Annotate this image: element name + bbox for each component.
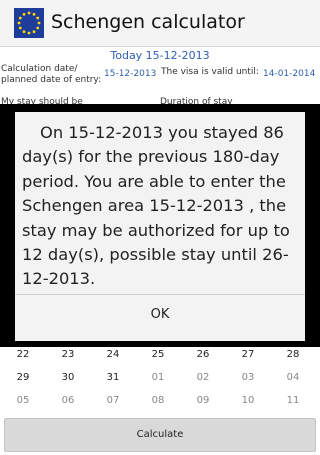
calendar-day[interactable]: 27 bbox=[233, 349, 263, 360]
calendar-day[interactable]: 30 bbox=[53, 372, 83, 383]
visa-valid-label: The visa is valid until: bbox=[161, 67, 259, 77]
calendar-day[interactable]: 24 bbox=[98, 349, 128, 360]
calendar-day[interactable]: 08 bbox=[143, 395, 173, 406]
app-title: Schengen calculator bbox=[51, 11, 245, 33]
calendar-day[interactable]: 01 bbox=[143, 372, 173, 383]
calendar-day[interactable]: 05 bbox=[8, 395, 38, 406]
calendar-day[interactable]: 02 bbox=[188, 372, 218, 383]
calendar-day[interactable]: 07 bbox=[98, 395, 128, 406]
dialog-message: On 15-12-2013 you stayed 86 day(s) for t… bbox=[22, 123, 290, 289]
calc-date-label: Calculation date/ planned date of entry: bbox=[1, 64, 102, 85]
calendar-day[interactable]: 03 bbox=[233, 372, 263, 383]
result-dialog: On 15-12-2013 you stayed 86 day(s) for t… bbox=[15, 112, 305, 341]
calc-date-field[interactable]: 15-12-2013 bbox=[104, 69, 156, 79]
calendar-day[interactable]: 29 bbox=[8, 372, 38, 383]
calendar-day[interactable]: 26 bbox=[188, 349, 218, 360]
calendar-day[interactable]: 31 bbox=[98, 372, 128, 383]
calendar-day[interactable]: 11 bbox=[278, 395, 308, 406]
calendar-row: 22 23 24 25 26 27 28 bbox=[0, 349, 320, 369]
calendar-day[interactable]: 04 bbox=[278, 372, 308, 383]
visa-valid-field[interactable]: 14-01-2014 bbox=[263, 69, 315, 79]
calendar-row: 05 06 07 08 09 10 11 bbox=[0, 395, 320, 415]
calendar-day[interactable]: 23 bbox=[53, 349, 83, 360]
calendar-day[interactable]: 28 bbox=[278, 349, 308, 360]
calendar-day[interactable]: 06 bbox=[53, 395, 83, 406]
ok-button[interactable]: OK bbox=[15, 295, 305, 335]
calendar-day[interactable]: 10 bbox=[233, 395, 263, 406]
calculate-button[interactable]: Calculate bbox=[4, 418, 316, 452]
calendar-day[interactable]: 25 bbox=[143, 349, 173, 360]
app-bar: Schengen calculator bbox=[0, 0, 320, 47]
calendar-day[interactable]: 09 bbox=[188, 395, 218, 406]
calendar-day[interactable]: 22 bbox=[8, 349, 38, 360]
eu-flag-icon bbox=[14, 8, 44, 38]
today-date: Today 15-12-2013 bbox=[110, 49, 210, 62]
calendar-row: 29 30 31 01 02 03 04 bbox=[0, 372, 320, 392]
